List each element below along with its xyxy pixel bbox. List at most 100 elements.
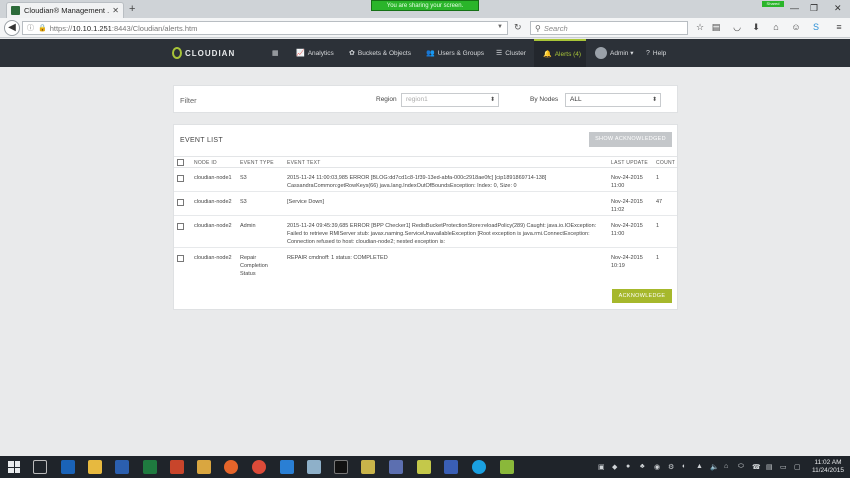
powerpoint-icon[interactable] <box>170 460 184 474</box>
col-node-id: NODE ID <box>194 160 217 166</box>
tab-close-icon[interactable]: ✕ <box>112 6 119 15</box>
help-icon: ? <box>646 49 650 57</box>
chrome-icon[interactable] <box>252 460 266 474</box>
download-icon[interactable]: ⬇ <box>750 22 762 33</box>
star-icon[interactable]: ☆ <box>694 22 706 33</box>
tray-icon[interactable]: ▲ <box>696 463 703 470</box>
row-checkbox[interactable] <box>177 255 184 262</box>
chevron-down-icon[interactable]: ▼ <box>497 24 503 30</box>
users-icon: 👥 <box>426 50 435 57</box>
tab-title: Cloudian® Management ... <box>24 6 110 15</box>
clock-time: 11:02 AM <box>814 459 842 466</box>
dashboard-nav[interactable]: ▦ <box>272 39 282 67</box>
nav-cluster-label: Cluster <box>505 49 526 57</box>
info-icon[interactable]: ⓘ <box>27 23 34 33</box>
node-id: cloudian-node2 <box>194 223 232 229</box>
windows-start-icon[interactable] <box>8 461 20 473</box>
app-icon[interactable] <box>307 460 321 474</box>
outlook-icon[interactable] <box>61 460 75 474</box>
nav-analytics[interactable]: 📈 Analytics <box>296 39 334 67</box>
shared-indicator: Shared <box>762 1 784 7</box>
last-update: Nov-24-2015 10:19 <box>611 255 643 269</box>
table-row: cloudian-node2 Repair Completion Status … <box>174 248 677 278</box>
menu-icon[interactable]: ≡ <box>833 22 845 32</box>
volume-icon[interactable]: 🔈 <box>710 463 719 471</box>
maximize-button[interactable]: ❐ <box>810 3 818 14</box>
row-checkbox[interactable] <box>177 175 184 182</box>
minimize-button[interactable]: — <box>790 3 799 13</box>
count: 1 <box>656 255 660 261</box>
chart-icon: 📈 <box>296 50 305 57</box>
cloudian-favicon-icon <box>11 6 20 15</box>
tray-icon[interactable]: ▤ <box>766 463 773 471</box>
nav-help[interactable]: ? Help <box>646 39 666 67</box>
row-checkbox[interactable] <box>177 223 184 230</box>
address-bar[interactable]: ⓘ 🔒 https://10.10.1.251:8443/Cloudian/al… <box>22 21 508 35</box>
chevron-updown-icon: ⬍ <box>489 97 495 103</box>
skype-icon[interactable] <box>472 460 486 474</box>
task-view-icon[interactable] <box>33 460 47 474</box>
new-tab-button[interactable]: + <box>129 3 135 15</box>
app-header: CLOUDIAN ▦ 📈 Analytics ✿ Buckets & Objec… <box>0 39 850 67</box>
nav-alerts[interactable]: 🔔 Alerts (4) <box>534 39 586 67</box>
tray-icon[interactable]: ▣ <box>598 463 605 471</box>
nav-admin[interactable]: Admin ▾ <box>595 39 634 67</box>
app-icon[interactable] <box>361 460 375 474</box>
app-icon[interactable] <box>444 460 458 474</box>
media-icon[interactable] <box>197 460 211 474</box>
col-last-update: LAST UPDATE <box>611 160 649 166</box>
chat-icon[interactable]: ☺ <box>790 22 802 32</box>
edge-icon[interactable] <box>280 460 294 474</box>
region-select[interactable]: region1 ⬍ <box>401 93 499 107</box>
tray-icon[interactable]: ◉ <box>654 463 660 471</box>
col-event-text: EVENT TEXT <box>287 160 321 166</box>
battery-icon[interactable]: ▭ <box>780 463 787 471</box>
browser-tab-bar: Cloudian® Management ... ✕ + You are sha… <box>0 0 850 18</box>
cloudian-logo[interactable]: CLOUDIAN <box>172 47 235 59</box>
acknowledge-button[interactable]: ACKNOWLEDGE <box>612 289 672 303</box>
file-explorer-icon[interactable] <box>88 460 102 474</box>
nav-users[interactable]: 👥 Users & Groups <box>426 39 484 67</box>
clock[interactable]: 11:02 AM 11/24/2015 <box>808 459 848 475</box>
bell-icon: 🔔 <box>543 51 552 58</box>
tray-icon[interactable]: ● <box>626 463 630 470</box>
network-app-icon[interactable] <box>389 460 403 474</box>
close-window-button[interactable]: ✕ <box>834 3 842 14</box>
select-all-checkbox[interactable] <box>177 159 184 166</box>
row-checkbox[interactable] <box>177 199 184 206</box>
nav-buckets[interactable]: ✿ Buckets & Objects <box>349 39 411 67</box>
tray-icon[interactable]: ◐ <box>682 463 686 470</box>
clipboard-icon[interactable]: ▤ <box>710 22 722 33</box>
event-type: Admin <box>240 223 256 229</box>
word-icon[interactable] <box>115 460 129 474</box>
nav-cluster[interactable]: ☰ Cluster <box>496 39 526 67</box>
notifications-icon[interactable]: ▢ <box>794 463 801 471</box>
show-acknowledged-button[interactable]: SHOW ACKNOWLEDGED <box>589 132 672 147</box>
search-input[interactable]: ⚲ Search <box>530 21 688 35</box>
browser-tab[interactable]: Cloudian® Management ... ✕ <box>6 2 124 18</box>
tray-icon[interactable]: ♣ <box>640 463 645 470</box>
nodes-select[interactable]: ALL ⬍ <box>565 93 661 107</box>
firefox-icon[interactable] <box>224 460 238 474</box>
app-icon[interactable] <box>500 460 514 474</box>
tray-icon[interactable]: ⚙ <box>668 463 674 471</box>
tray-icon[interactable]: ☎ <box>752 463 761 471</box>
reload-icon[interactable]: ↻ <box>514 22 522 33</box>
logo-text: CLOUDIAN <box>185 48 236 58</box>
tray-icon[interactable]: ⬭ <box>738 463 744 471</box>
terminal-icon[interactable] <box>334 460 348 474</box>
back-arrow-icon[interactable]: ◀ <box>4 20 20 36</box>
app-icon[interactable] <box>417 460 431 474</box>
node-id: cloudian-node1 <box>194 175 232 181</box>
node-id: cloudian-node2 <box>194 255 232 261</box>
excel-icon[interactable] <box>143 460 157 474</box>
tray-icon[interactable]: ◆ <box>612 463 617 471</box>
tray-icon[interactable]: ⌂ <box>724 463 728 470</box>
pocket-icon[interactable]: ◡ <box>731 22 743 33</box>
event-text: 2015-11-24 11:00:03,985 ERROR [BLOG:dd7c… <box>287 175 547 189</box>
home-icon[interactable]: ⌂ <box>770 22 782 32</box>
skype-icon[interactable]: S <box>810 22 822 32</box>
table-header: NODE ID EVENT TYPE EVENT TEXT LAST UPDAT… <box>174 156 677 168</box>
list-icon: ☰ <box>496 50 503 57</box>
avatar <box>595 47 607 59</box>
